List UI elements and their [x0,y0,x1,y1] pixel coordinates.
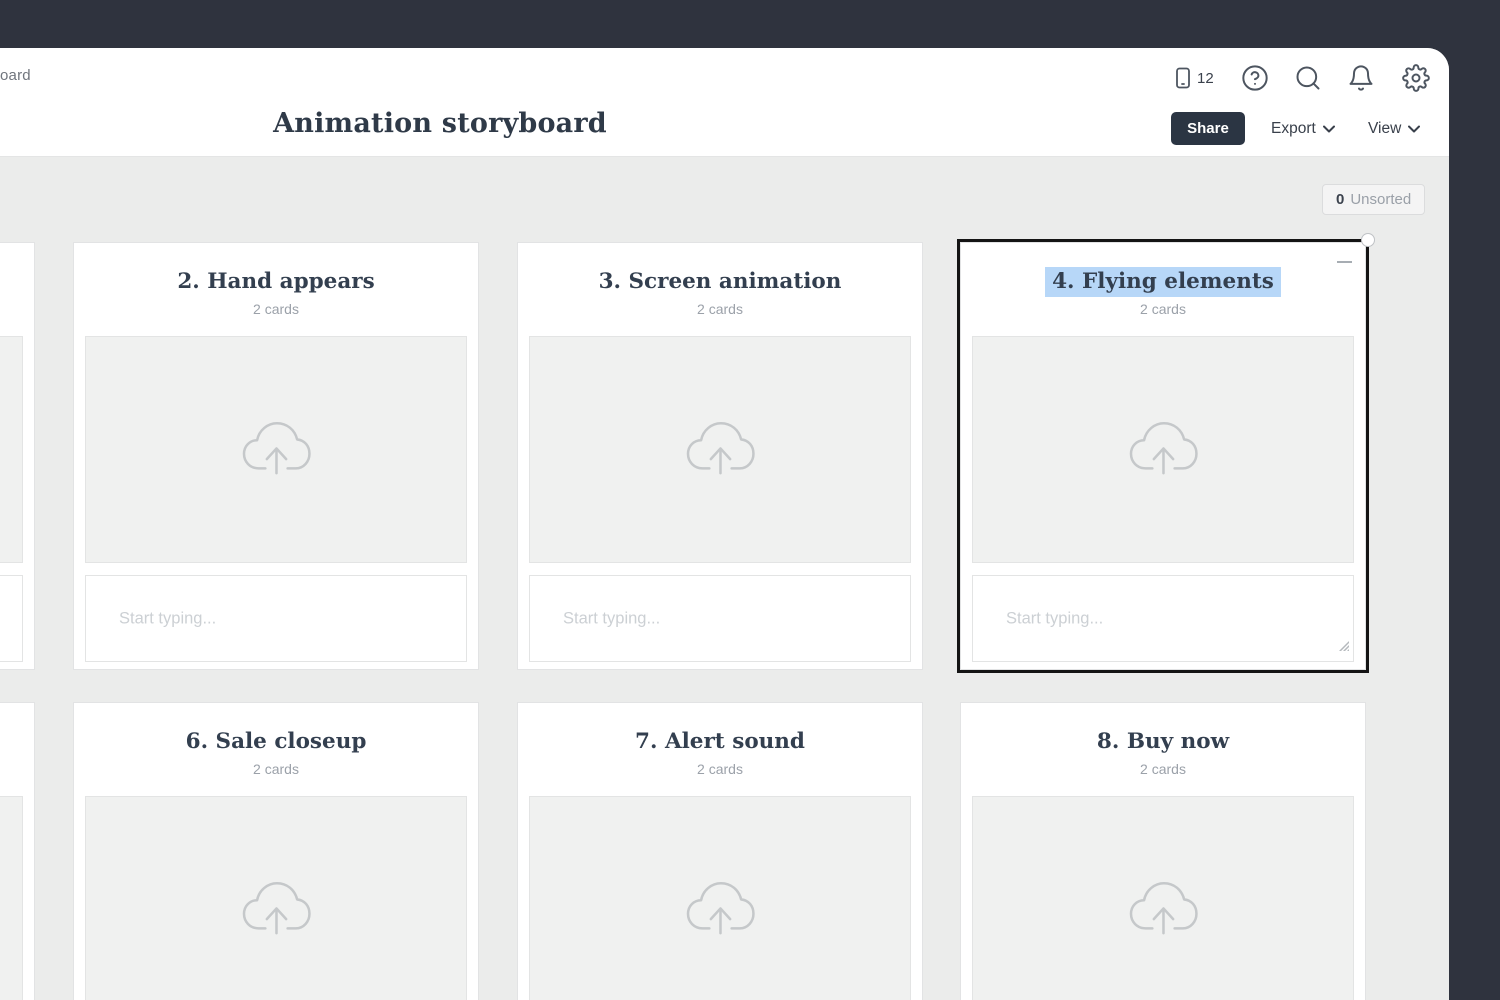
view-button[interactable]: View [1368,112,1420,145]
text-placeholder: Start typing... [1006,609,1103,628]
image-drop-area[interactable] [972,336,1354,563]
gear-icon [1402,64,1430,95]
board-title[interactable]: Animation storyboard [240,108,640,139]
upload-cloud-icon [237,875,315,944]
image-drop-area[interactable] [85,796,467,1000]
screenshot-stage: oard Animation storyboard 12 [0,0,1500,1000]
app-header: oard Animation storyboard 12 [0,48,1449,157]
unsorted-count: 0 [1336,191,1344,208]
search-icon [1294,64,1322,95]
selected-title-highlight: 4. Flying elements [1045,267,1281,297]
image-drop-area[interactable] [0,336,23,563]
breadcrumb[interactable]: oard [0,67,31,84]
card-count: 2 cards [518,301,922,317]
storyboard-card-partial[interactable] [0,702,35,1000]
card-text-input[interactable] [0,575,23,662]
chevron-down-icon [1408,120,1420,138]
unsorted-badge[interactable]: 0 Unsorted [1322,184,1425,215]
app-window: oard Animation storyboard 12 [0,48,1449,1000]
card-text-input[interactable]: Start typing... [972,575,1354,662]
card-text-input[interactable]: Start typing... [529,575,911,662]
text-placeholder: Start typing... [563,609,660,628]
minus-icon [1337,261,1352,263]
storyboard-card[interactable]: 7. Alert sound 2 cards Start typing... [517,702,923,1000]
card-title[interactable]: 4. Flying elements [961,269,1365,295]
image-drop-area[interactable] [972,796,1354,1000]
export-button[interactable]: Export [1271,112,1335,145]
card-title[interactable]: 2. Hand appears [74,269,478,295]
image-drop-area[interactable] [0,796,23,1000]
device-preview-button[interactable] [1167,63,1199,95]
upload-cloud-icon [1124,415,1202,484]
storyboard-card[interactable]: 2. Hand appears 2 cards Start typing... [73,242,479,670]
collapse-card-button[interactable] [1337,257,1353,267]
image-drop-area[interactable] [85,336,467,563]
card-title[interactable]: 6. Sale closeup [74,729,478,755]
resize-grip-icon[interactable] [1335,637,1349,656]
help-button[interactable] [1239,63,1271,95]
selection-corner-handle[interactable] [1361,233,1375,247]
storyboard-card[interactable]: 8. Buy now 2 cards Start typing... [960,702,1366,1000]
notifications-button[interactable] [1345,63,1377,95]
storyboard-card[interactable]: 6. Sale closeup 2 cards Start typing... [73,702,479,1000]
export-label: Export [1271,120,1316,138]
upload-cloud-icon [237,415,315,484]
card-title[interactable]: 8. Buy now [961,729,1365,755]
card-title[interactable]: 3. Screen animation [518,269,922,295]
text-placeholder: Start typing... [119,609,216,628]
search-button[interactable] [1292,63,1324,95]
view-label: View [1368,120,1401,138]
card-count: 2 cards [961,301,1365,317]
chevron-down-icon [1323,120,1335,138]
bell-icon [1347,64,1375,95]
unsorted-label: Unsorted [1350,191,1411,208]
card-text-input[interactable]: Start typing... [85,575,467,662]
device-count: 12 [1197,70,1214,87]
upload-cloud-icon [681,415,759,484]
upload-cloud-icon [681,875,759,944]
card-title[interactable]: 7. Alert sound [518,729,922,755]
storyboard-card[interactable]: 3. Screen animation 2 cards Start typing… [517,242,923,670]
smartphone-icon [1171,66,1195,93]
image-drop-area[interactable] [529,336,911,563]
card-count: 2 cards [518,761,922,777]
card-count: 2 cards [74,301,478,317]
card-count: 2 cards [74,761,478,777]
image-drop-area[interactable] [529,796,911,1000]
upload-cloud-icon [1124,875,1202,944]
share-button[interactable]: Share [1171,112,1245,145]
help-icon [1241,64,1269,95]
settings-button[interactable] [1400,63,1432,95]
storyboard-card-partial[interactable] [0,242,35,670]
card-count: 2 cards [961,761,1365,777]
storyboard-card-selected[interactable]: 4. Flying elements 2 cards Start typing.… [960,242,1366,670]
